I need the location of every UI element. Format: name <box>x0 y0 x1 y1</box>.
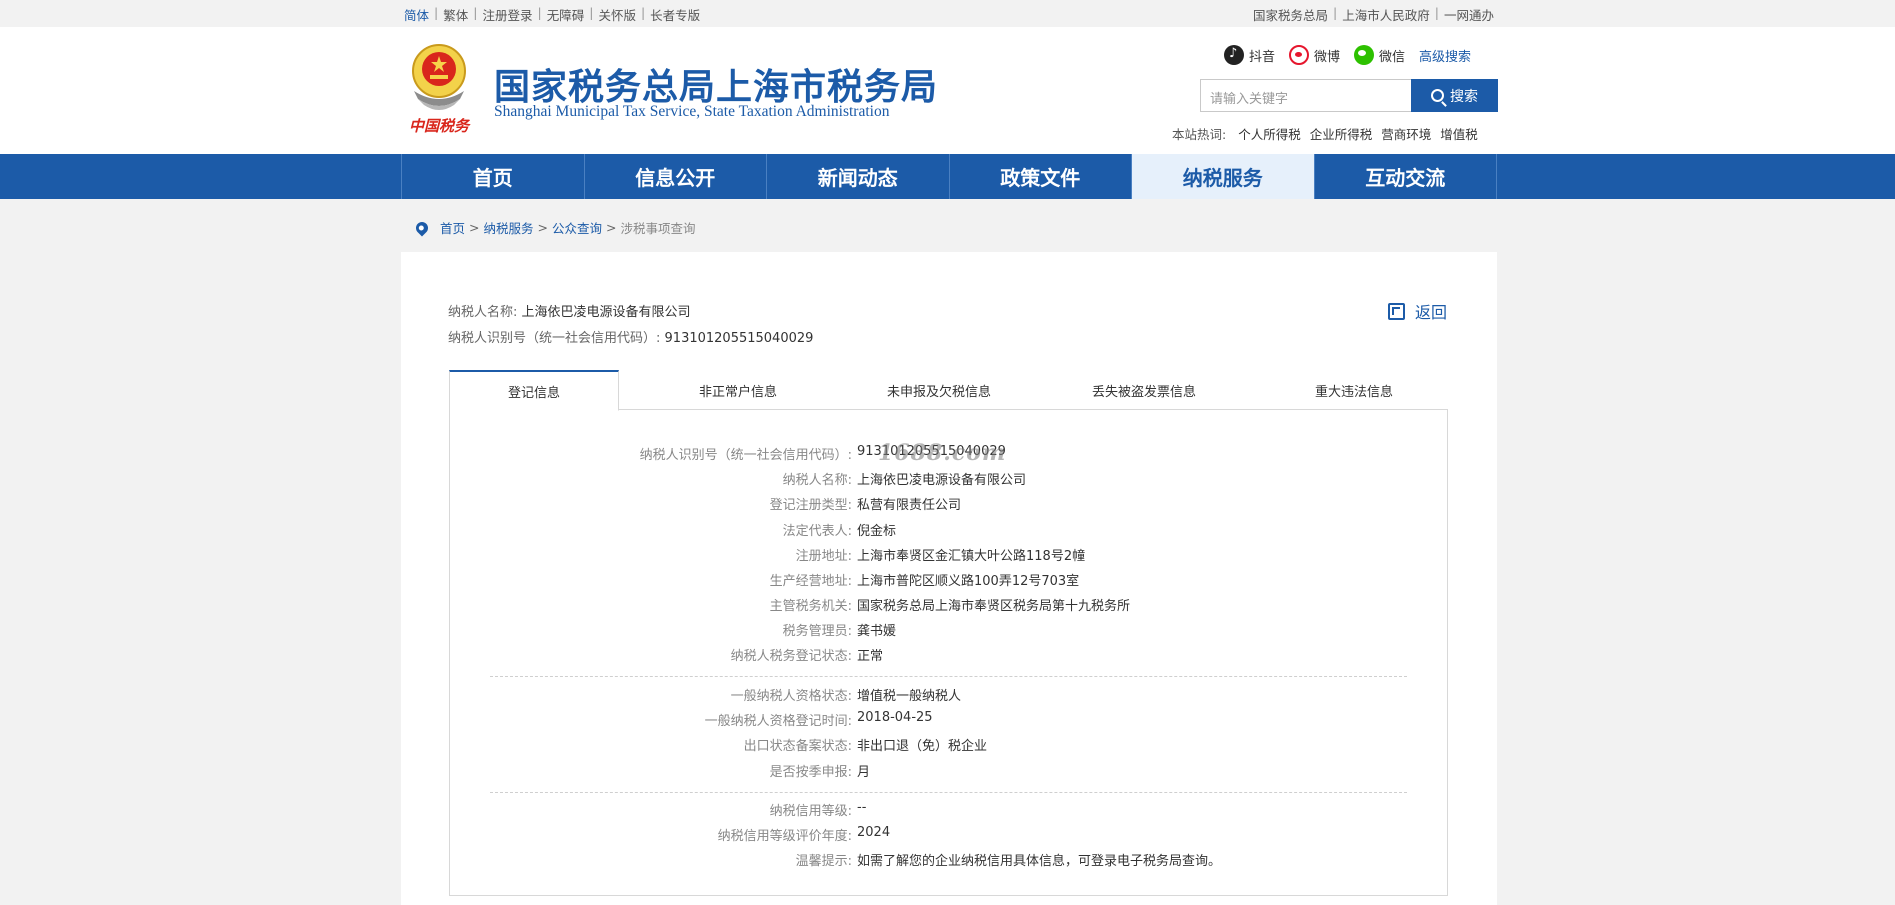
field-label: 注册地址: <box>795 549 852 564</box>
hot-keyword[interactable]: 企业所得税 <box>1310 124 1373 143</box>
hot-keywords-label: 本站热词: <box>1172 127 1227 142</box>
site-title-en: Shanghai Municipal Tax Service, State Ta… <box>494 103 890 120</box>
field-label: 纳税信用等级: <box>769 804 852 819</box>
taxpayer-id-line: 纳税人识别号（统一社会信用代码）: 913101205515040029 <box>448 331 814 346</box>
watermark: 1688.com <box>878 440 1007 466</box>
breadcrumb: 首页 > 纳税服务 > 公众查询 > 涉税事项查询 <box>413 218 696 237</box>
tax-emblem-logo[interactable]: 中国税务 <box>404 41 474 137</box>
field-value: 月 <box>857 765 871 780</box>
field-label: 出口状态备案状态: <box>743 739 852 754</box>
field-label: 纳税人识别号（统一社会信用代码）: <box>639 448 852 463</box>
back-button[interactable]: 返回 <box>1388 299 1447 323</box>
wechat-link[interactable]: 微信 <box>1354 45 1405 65</box>
field-label: 一般纳税人资格登记时间: <box>704 714 852 729</box>
field-value: 2018-04-25 <box>857 710 933 725</box>
tab-lost-invoices[interactable]: 丢失被盗发票信息 <box>1044 370 1244 410</box>
field-value: 国家税务总局上海市奉贤区税务局第十九税务所 <box>857 599 1131 614</box>
nav-tax-service[interactable]: 纳税服务 <box>1132 154 1315 199</box>
field-label: 一般纳税人资格状态: <box>730 689 852 704</box>
field-value: -- <box>857 800 867 815</box>
social-links: 抖音 微博 微信 高级搜索 <box>1224 45 1471 65</box>
nav-policy[interactable]: 政策文件 <box>950 154 1132 199</box>
breadcrumb-public-query[interactable]: 公众查询 <box>552 218 602 237</box>
field-label: 生产经营地址: <box>769 574 852 589</box>
field-value: 倪金标 <box>857 524 897 539</box>
field-label: 纳税人税务登记状态: <box>730 649 852 664</box>
info-tabs: 登记信息 非正常户信息 未申报及欠税信息 丢失被盗发票信息 重大违法信息 <box>449 370 1448 411</box>
nav-news[interactable]: 新闻动态 <box>767 154 950 199</box>
hot-keyword[interactable]: 营商环境 <box>1381 124 1431 143</box>
hot-keyword[interactable]: 增值税 <box>1440 124 1478 143</box>
link-traditional[interactable]: 繁体 <box>443 5 468 24</box>
weibo-link[interactable]: 微博 <box>1289 45 1340 65</box>
field-label: 登记注册类型: <box>769 498 852 513</box>
site-header: 中国税务 国家税务总局上海市税务局 Shanghai Municipal Tax… <box>0 27 1895 154</box>
field-value: 上海依巴凌电源设备有限公司 <box>857 473 1027 488</box>
field-value: 2024 <box>857 825 891 840</box>
breadcrumb-current: 涉税事项查询 <box>620 221 696 236</box>
tab-major-violations[interactable]: 重大违法信息 <box>1269 370 1439 410</box>
link-register-login[interactable]: 注册登录 <box>482 5 532 24</box>
field-label: 温馨提示: <box>795 854 852 869</box>
link-sta[interactable]: 国家税务总局 <box>1253 5 1328 24</box>
field-label: 税务管理员: <box>782 624 852 639</box>
location-pin-icon <box>413 219 431 236</box>
link-simplified[interactable]: 简体 <box>404 5 429 24</box>
field-value: 私营有限责任公司 <box>857 498 962 513</box>
hot-keyword[interactable]: 个人所得税 <box>1238 124 1301 143</box>
field-label: 主管税务机关: <box>769 599 852 614</box>
field-value: 增值税一般纳税人 <box>857 689 962 704</box>
link-accessibility[interactable]: 无障碍 <box>547 5 585 24</box>
tab-registration-info[interactable]: 登记信息 <box>449 370 619 411</box>
search-input[interactable]: 请输入关键字 <box>1200 79 1412 112</box>
emblem-text: 中国税务 <box>409 117 471 135</box>
nav-interaction[interactable]: 互动交流 <box>1315 154 1497 199</box>
divider <box>490 792 1407 793</box>
top-utility-bar: 简体 | 繁体 | 注册登录 | 无障碍 | 关怀版 | 长者专版 国家税务总局 | 上海市… <box>0 0 1895 27</box>
field-label: 纳税人名称: <box>782 473 852 488</box>
link-one-net[interactable]: 一网通办 <box>1444 5 1494 24</box>
field-label: 纳税信用等级评价年度: <box>717 829 852 844</box>
search-icon <box>1431 89 1444 102</box>
douyin-link[interactable]: 抖音 <box>1224 45 1275 65</box>
weibo-icon <box>1289 45 1310 65</box>
douyin-icon <box>1224 45 1244 65</box>
wechat-icon <box>1354 45 1375 65</box>
link-elder-version[interactable]: 长者专版 <box>650 5 700 24</box>
field-label: 是否按季申报: <box>769 765 852 780</box>
advanced-search-link[interactable]: 高级搜索 <box>1419 46 1471 65</box>
field-value: 如需了解您的企业纳税信用具体信息，可登录电子税务局查询。 <box>857 854 1222 869</box>
link-care-version[interactable]: 关怀版 <box>598 5 636 24</box>
back-icon <box>1388 302 1405 320</box>
nav-info-disclosure[interactable]: 信息公开 <box>585 154 767 199</box>
taxpayer-id: 913101205515040029 <box>664 331 814 346</box>
field-value: 正常 <box>857 649 884 664</box>
taxpayer-name-line: 纳税人名称: 上海依巴凌电源设备有限公司 <box>448 305 691 320</box>
tab-abnormal-info[interactable]: 非正常户信息 <box>653 370 823 410</box>
nav-home[interactable]: 首页 <box>402 154 585 199</box>
link-shanghai-gov[interactable]: 上海市人民政府 <box>1342 5 1430 24</box>
field-label: 法定代表人: <box>782 524 852 539</box>
divider <box>490 676 1407 677</box>
top-right-links: 国家税务总局 | 上海市人民政府 | 一网通办 <box>1253 5 1494 24</box>
search-button[interactable]: 搜索 <box>1411 79 1498 112</box>
top-left-links: 简体 | 繁体 | 注册登录 | 无障碍 | 关怀版 | 长者专版 <box>404 5 701 24</box>
field-value: 上海市普陀区顺义路100弄12号703室 <box>857 574 1080 589</box>
field-value: 非出口退（免）税企业 <box>857 739 988 754</box>
breadcrumb-tax-service[interactable]: 纳税服务 <box>484 218 534 237</box>
breadcrumb-home[interactable]: 首页 <box>440 218 465 237</box>
field-value: 龚书媛 <box>857 624 897 639</box>
tab-undeclared-arrears[interactable]: 未申报及欠税信息 <box>839 370 1039 410</box>
hot-keywords: 本站热词: 个人所得税 企业所得税 营商环境 增值税 <box>1172 124 1487 143</box>
main-nav: 首页 信息公开 新闻动态 政策文件 纳税服务 互动交流 <box>0 154 1895 199</box>
field-value: 上海市奉贤区金汇镇大叶公路118号2幢 <box>857 549 1086 564</box>
taxpayer-name: 上海依巴凌电源设备有限公司 <box>521 305 691 320</box>
